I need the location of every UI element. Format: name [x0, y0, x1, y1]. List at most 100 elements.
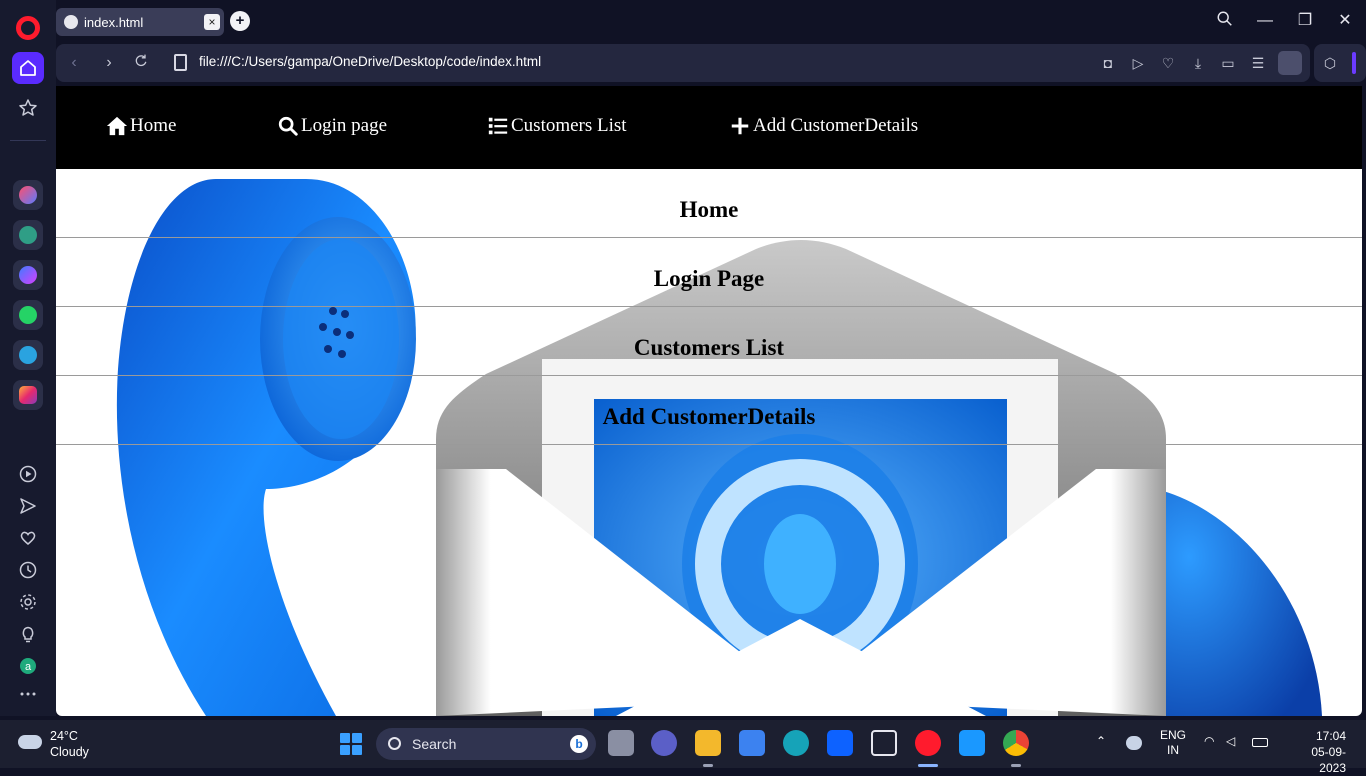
easy-setup-icon[interactable]: ☰	[1248, 53, 1268, 73]
search-tabs-icon[interactable]	[1214, 10, 1236, 32]
home-icon	[106, 116, 128, 136]
sidebar-indicator	[1352, 52, 1356, 74]
opera-running-indicator	[918, 764, 938, 767]
home-icon[interactable]	[12, 52, 44, 84]
nav-home-label: Home	[130, 115, 177, 136]
nav-login-page[interactable]: Login page	[277, 115, 387, 137]
link-login-page[interactable]: Login Page	[654, 266, 765, 292]
weather-condition: Cloudy	[50, 745, 89, 759]
messenger-icon[interactable]	[13, 260, 43, 290]
clock-date: 05-09-2023	[1311, 745, 1346, 775]
start-windows-icon[interactable]	[340, 733, 362, 755]
tab-close-button[interactable]: ×	[204, 14, 220, 30]
bing-icon: b	[570, 735, 588, 753]
plus-icon	[731, 117, 749, 135]
file-explorer-icon[interactable]	[695, 730, 721, 756]
search-icon	[278, 116, 298, 136]
tab-index[interactable]: index.html ×	[56, 8, 224, 36]
flow-send-icon[interactable]: ▷	[1128, 53, 1148, 73]
new-tab-button[interactable]: +	[230, 11, 250, 31]
chrome-icon[interactable]	[1003, 730, 1029, 756]
extensions-cube-icon[interactable]: ⬡	[1320, 53, 1340, 73]
speed-dial-star-icon[interactable]	[12, 92, 44, 124]
link-customers-list[interactable]: Customers List	[634, 335, 784, 361]
explorer-running-indicator	[703, 764, 713, 767]
onedrive-icon[interactable]	[1126, 736, 1142, 750]
sidebar-divider	[10, 140, 46, 141]
weather-widget[interactable]: 24°C Cloudy	[18, 728, 89, 760]
clock-time: 17:04	[1315, 729, 1346, 743]
instagram-icon[interactable]	[13, 380, 43, 410]
teams-chat-icon[interactable]	[651, 730, 677, 756]
address-bar: ‹ › file:///C:/Users/gampa/OneDrive/Desk…	[56, 44, 1310, 82]
url-field[interactable]: file:///C:/Users/gampa/OneDrive/Desktop/…	[199, 54, 541, 69]
search-label: Search	[412, 736, 457, 752]
page-viewport: Home Login page Customers List Add Custo…	[56, 86, 1362, 716]
link-add-customer[interactable]: Add CustomerDetails	[603, 404, 816, 430]
task-view-icon[interactable]	[608, 730, 634, 756]
volume-icon[interactable]: ◁	[1226, 734, 1235, 749]
download-icon[interactable]: ⤓	[1188, 53, 1208, 73]
terminal-icon[interactable]	[871, 730, 897, 756]
nav-login-label: Login page	[301, 115, 388, 136]
nav-add-label: Add CustomerDetails	[753, 115, 919, 136]
language-indicator[interactable]: ENG IN	[1160, 728, 1186, 758]
list-icon	[488, 117, 508, 135]
settings-gear-icon[interactable]	[12, 586, 44, 618]
wifi-icon[interactable]: ◠	[1204, 734, 1214, 749]
minimize-button[interactable]: —	[1254, 10, 1276, 32]
windows-taskbar: 24°C Cloudy Search b ⌃ ENG IN ◠ ◁ 17:04 …	[0, 720, 1366, 775]
taskbar-search[interactable]: Search b	[376, 728, 596, 760]
player-icon[interactable]	[12, 458, 44, 490]
svg-text:a: a	[25, 661, 32, 673]
nav-customers-list[interactable]: Customers List	[487, 115, 627, 137]
battery-icon[interactable]	[1252, 738, 1268, 747]
link-row-home[interactable]: Home	[56, 169, 1362, 238]
site-navbar: Home Login page Customers List Add Custo…	[56, 86, 1362, 169]
send-icon[interactable]	[12, 490, 44, 522]
battery-saver-icon[interactable]: ▭	[1218, 53, 1238, 73]
prime-video-icon[interactable]	[959, 730, 985, 756]
opera-icon[interactable]	[915, 730, 941, 756]
taskbar-clock[interactable]: 17:04 05-09-2023	[1286, 728, 1346, 776]
link-row-customers[interactable]: Customers List	[56, 307, 1362, 376]
opera-logo-icon[interactable]	[16, 16, 40, 40]
close-window-button[interactable]: ✕	[1334, 10, 1356, 32]
bookmark-heart-icon[interactable]: ♡	[1158, 53, 1178, 73]
chrome-running-indicator	[1011, 764, 1021, 767]
history-clock-icon[interactable]	[12, 554, 44, 586]
snapshot-camera-icon[interactable]: ◘	[1098, 53, 1118, 73]
reload-button[interactable]	[131, 53, 151, 73]
link-row-login[interactable]: Login Page	[56, 238, 1362, 307]
link-row-add-customer[interactable]: Add CustomerDetails	[56, 376, 1362, 445]
edge-icon[interactable]	[783, 730, 809, 756]
restore-button[interactable]: ❐	[1294, 10, 1316, 32]
dropbox-icon[interactable]	[827, 730, 853, 756]
nav-home[interactable]: Home	[106, 115, 176, 137]
profile-avatar-icon[interactable]	[1278, 51, 1302, 75]
nav-customers-label: Customers List	[511, 115, 627, 136]
cloud-icon	[18, 735, 42, 749]
tab-title: index.html	[84, 14, 144, 30]
language-bottom: IN	[1167, 743, 1179, 757]
page-icon	[174, 54, 187, 71]
globe-icon	[64, 15, 78, 29]
search-icon	[388, 737, 401, 750]
page-content: Home Login Page Customers List Add Custo…	[56, 169, 1362, 716]
more-dots-icon[interactable]	[12, 678, 44, 710]
microsoft-store-icon[interactable]	[739, 730, 765, 756]
aria-ai-icon[interactable]	[13, 180, 43, 210]
nav-add-customer[interactable]: Add CustomerDetails	[729, 115, 918, 137]
whatsapp-icon[interactable]	[13, 300, 43, 330]
link-home[interactable]: Home	[680, 197, 739, 223]
show-hidden-icons-chevron-icon[interactable]: ⌃	[1096, 734, 1106, 749]
heart-icon[interactable]	[12, 522, 44, 554]
telegram-icon[interactable]	[13, 340, 43, 370]
lightbulb-icon[interactable]	[12, 618, 44, 650]
chatgpt-icon[interactable]	[13, 220, 43, 250]
weather-temperature: 24°C	[50, 729, 78, 743]
tab-bar: index.html × + — ❐ ✕	[56, 0, 1366, 42]
forward-button[interactable]: ›	[99, 53, 119, 73]
language-top: ENG	[1160, 728, 1187, 742]
back-button[interactable]: ‹	[64, 53, 84, 73]
